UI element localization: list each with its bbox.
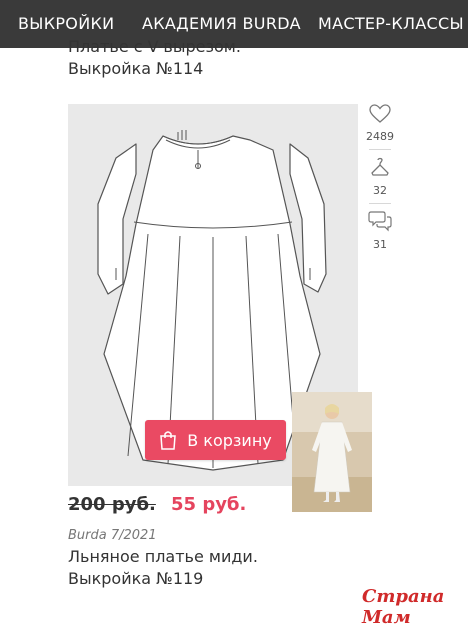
add-to-cart-button[interactable]: В корзину: [145, 420, 286, 460]
likes-count: 2489: [366, 130, 394, 143]
magazine-issue: Burda 7/2021: [68, 528, 157, 543]
comments-stat[interactable]: 31: [368, 210, 392, 251]
hanger-icon[interactable]: [369, 156, 391, 182]
item-pattern-number[interactable]: Выкройка №119: [68, 569, 203, 589]
old-price: 200 руб.: [68, 494, 156, 515]
comments-icon[interactable]: [368, 210, 392, 236]
engagement-stats: 2489 32 31: [362, 104, 398, 251]
nav-item-patterns[interactable]: ВЫКРОЙКИ: [18, 14, 114, 33]
nav-item-masterclasses[interactable]: МАСТЕР-КЛАССЫ: [318, 14, 464, 33]
previous-item-title[interactable]: Платье с V-вырезом.: [68, 37, 408, 57]
nav-item-academy[interactable]: АКАДЕМИЯ BURDA: [142, 14, 301, 33]
site-watermark: Страна Мам: [362, 586, 445, 628]
model-photo[interactable]: [292, 392, 372, 512]
bag-icon: [159, 430, 177, 450]
heart-icon[interactable]: [369, 104, 391, 128]
stat-divider: [369, 149, 391, 150]
sale-price: 55 руб.: [171, 494, 247, 515]
saves-count: 32: [373, 184, 387, 197]
model-photo-illustration: [292, 392, 372, 512]
add-to-cart-label: В корзину: [187, 430, 272, 450]
likes-stat[interactable]: 2489: [366, 104, 394, 143]
saves-stat[interactable]: 32: [369, 156, 391, 197]
previous-item-pattern-number[interactable]: Выкройка №114: [68, 59, 203, 79]
stat-divider: [369, 203, 391, 204]
item-title[interactable]: Льняное платье миди.: [68, 547, 258, 567]
comments-count: 31: [373, 238, 387, 251]
